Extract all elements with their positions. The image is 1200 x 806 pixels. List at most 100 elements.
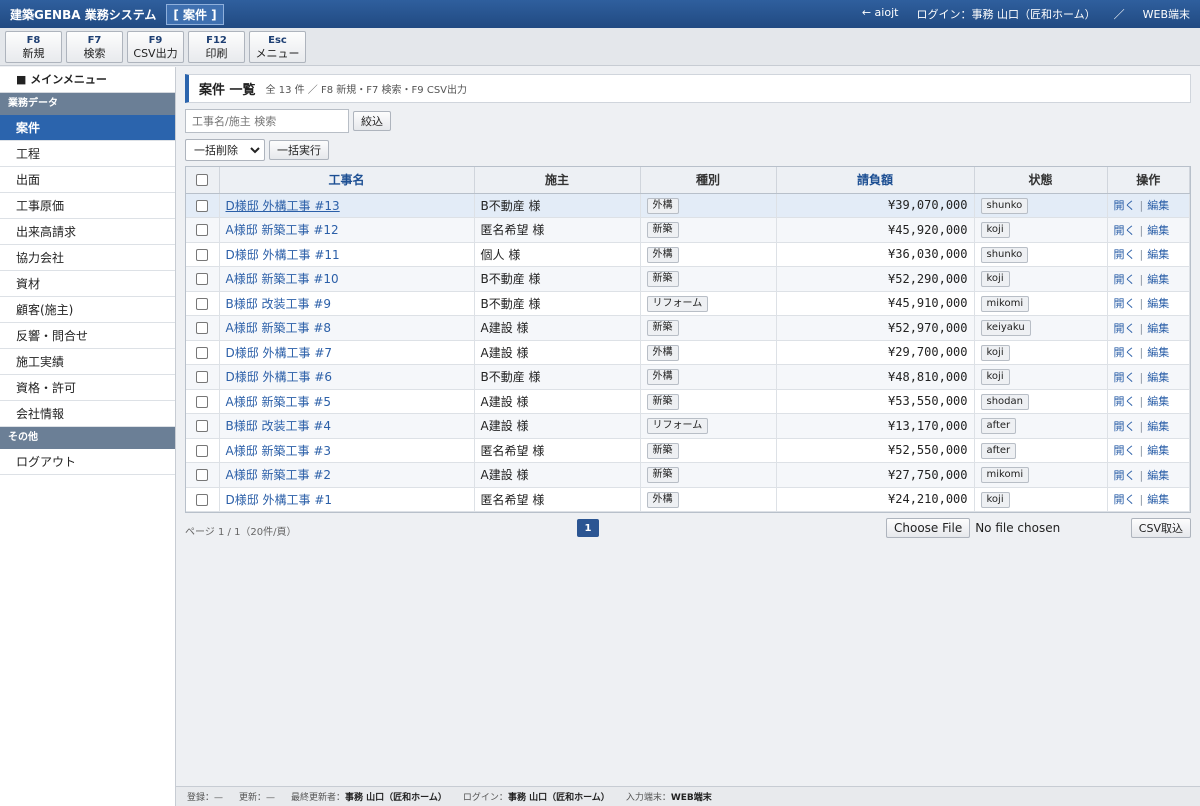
row-checkbox[interactable] (196, 346, 209, 359)
user-link[interactable]: ← aiojt (862, 6, 899, 22)
row-checkbox[interactable] (196, 371, 209, 384)
sidebar-item-logout[interactable]: ログアウト (0, 449, 175, 475)
edit-link[interactable]: 編集 (1147, 322, 1169, 335)
project-name-link[interactable]: D様邸 外構工事 #1 (226, 493, 333, 507)
sidebar-item-materials[interactable]: 資材 (0, 271, 175, 297)
col-header-project-name[interactable]: 工事名 (219, 167, 475, 194)
sidebar-item-schedule[interactable]: 工程 (0, 141, 175, 167)
open-link[interactable]: 開く (1114, 444, 1136, 457)
row-checkbox[interactable] (196, 444, 209, 457)
project-name-link[interactable]: D様邸 外構工事 #13 (226, 199, 340, 213)
open-link[interactable]: 開く (1114, 322, 1136, 335)
edit-link[interactable]: 編集 (1147, 346, 1169, 359)
bulk-action-select[interactable]: 一括削除 (185, 139, 265, 161)
project-name-link[interactable]: D様邸 外構工事 #7 (226, 346, 333, 360)
row-select-cell (186, 242, 220, 267)
project-name-link[interactable]: B様邸 改装工事 #9 (226, 297, 332, 311)
row-checkbox[interactable] (196, 248, 209, 261)
open-link[interactable]: 開く (1114, 199, 1136, 212)
edit-link[interactable]: 編集 (1147, 420, 1169, 433)
row-checkbox[interactable] (196, 273, 209, 286)
choose-file-button[interactable]: Choose File (886, 518, 971, 538)
status-cell: keiyaku (974, 315, 1108, 341)
page-button-current[interactable]: 1 (577, 519, 599, 537)
status-badge: koji (980, 344, 1010, 361)
col-header-amount[interactable]: 請負額 (776, 167, 975, 194)
edit-link[interactable]: 編集 (1147, 273, 1169, 286)
open-link[interactable]: 開く (1114, 420, 1136, 433)
search-input[interactable] (185, 109, 349, 133)
edit-link[interactable]: 編集 (1147, 371, 1169, 384)
project-name-link[interactable]: D様邸 外構工事 #6 (226, 370, 333, 384)
table-row: D様邸 外構工事 #6 B不動産 様外構 ¥48,810,000 koji 開く | 編集 (186, 364, 1190, 390)
sidebar-item-projects[interactable]: 案件 (0, 115, 175, 141)
sidebar-main-menu[interactable]: ■ メインメニュー (0, 67, 175, 93)
project-name-link[interactable]: A様邸 新築工事 #5 (226, 395, 332, 409)
f7-search-button[interactable]: F7 検索 (66, 30, 123, 63)
edit-link[interactable]: 編集 (1147, 395, 1169, 408)
actions-cell: 開く | 編集 (1107, 487, 1190, 512)
sidebar-item-construction-cost[interactable]: 工事原価 (0, 193, 175, 219)
row-checkbox[interactable] (196, 420, 209, 433)
type-cell: 新築 (640, 462, 777, 488)
project-name-link[interactable]: A様邸 新築工事 #3 (226, 444, 332, 458)
sidebar-item-company-info[interactable]: 会社情報 (0, 401, 175, 427)
f9-csv-export-button[interactable]: F9 CSV出力 (127, 30, 184, 63)
sidebar-item-progress-billing[interactable]: 出来高請求 (0, 219, 175, 245)
row-checkbox[interactable] (196, 199, 209, 212)
sidebar-item-customers[interactable]: 顧客(施主) (0, 297, 175, 323)
open-link[interactable]: 開く (1114, 224, 1136, 237)
status-badge: koji (980, 369, 1010, 386)
edit-link[interactable]: 編集 (1147, 493, 1169, 506)
row-checkbox[interactable] (196, 297, 209, 310)
sidebar-item-attendance[interactable]: 出面 (0, 167, 175, 193)
row-checkbox[interactable] (196, 395, 209, 408)
status-badge: koji (980, 222, 1010, 239)
open-link[interactable]: 開く (1114, 273, 1136, 286)
open-link[interactable]: 開く (1114, 493, 1136, 506)
sidebar-item-licenses[interactable]: 資格・許可 (0, 375, 175, 401)
col-header-status: 状態 (974, 167, 1108, 194)
open-link[interactable]: 開く (1114, 371, 1136, 384)
row-select-cell (186, 438, 220, 463)
row-checkbox[interactable] (196, 322, 209, 335)
row-checkbox[interactable] (196, 224, 209, 237)
open-link[interactable]: 開く (1114, 469, 1136, 482)
project-name-link[interactable]: D様邸 外構工事 #11 (226, 248, 340, 262)
row-checkbox[interactable] (196, 493, 209, 506)
edit-link[interactable]: 編集 (1147, 444, 1169, 457)
edit-link[interactable]: 編集 (1147, 469, 1169, 482)
open-link[interactable]: 開く (1114, 248, 1136, 261)
f12-print-button[interactable]: F12 印刷 (188, 30, 245, 63)
type-badge: 外構 (646, 197, 679, 214)
fkey-label: 新規 (22, 46, 45, 60)
edit-link[interactable]: 編集 (1147, 248, 1169, 261)
bulk-execute-button[interactable]: 一括実行 (269, 140, 329, 160)
action-separator: | (1139, 248, 1144, 262)
select-all-checkbox[interactable] (196, 174, 209, 187)
table-row: A様邸 新築工事 #2 A建設 様新築 ¥27,750,000 mikomi 開く | 編集 (186, 462, 1190, 488)
csv-import-button[interactable]: CSV取込 (1130, 518, 1191, 538)
open-link[interactable]: 開く (1114, 297, 1136, 310)
edit-link[interactable]: 編集 (1147, 224, 1169, 237)
project-name-link[interactable]: A様邸 新築工事 #2 (226, 468, 332, 482)
sidebar-item-subcontractors[interactable]: 協力会社 (0, 245, 175, 271)
sidebar-item-work-results[interactable]: 施工実績 (0, 349, 175, 375)
filter-button[interactable]: 絞込 (353, 111, 391, 131)
action-separator: | (1139, 444, 1144, 458)
project-name-link[interactable]: A様邸 新築工事 #10 (226, 272, 339, 286)
open-link[interactable]: 開く (1114, 346, 1136, 359)
open-link[interactable]: 開く (1114, 395, 1136, 408)
edit-link[interactable]: 編集 (1147, 297, 1169, 310)
project-name-link[interactable]: B様邸 改装工事 #4 (226, 419, 332, 433)
edit-link[interactable]: 編集 (1147, 199, 1169, 212)
type-badge: 新築 (646, 320, 679, 337)
esc-menu-button[interactable]: Esc メニュー (249, 30, 306, 63)
row-checkbox[interactable] (196, 469, 209, 482)
client-cell: A建設 様 (474, 340, 641, 365)
project-name-link[interactable]: A様邸 新築工事 #8 (226, 321, 332, 335)
sidebar-item-inquiries[interactable]: 反響・問合せ (0, 323, 175, 349)
type-badge: 新築 (646, 393, 679, 410)
project-name-link[interactable]: A様邸 新築工事 #12 (226, 223, 339, 237)
f8-new-button[interactable]: F8 新規 (5, 30, 62, 63)
